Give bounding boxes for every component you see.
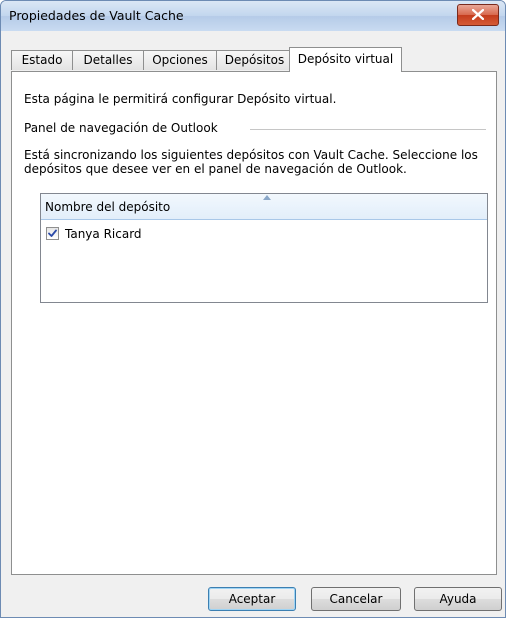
tab-detalles[interactable]: Detalles: [72, 50, 144, 70]
window-title: Propiedades de Vault Cache: [9, 8, 184, 23]
tab-panel: Esta página le permitirá configurar Depó…: [11, 71, 497, 575]
description-text: Está sincronizando los siguientes depósi…: [24, 148, 478, 176]
help-button[interactable]: Ayuda: [414, 587, 502, 611]
tab-deposito-virtual[interactable]: Depósito virtual: [289, 47, 402, 72]
ok-button[interactable]: Aceptar: [208, 587, 296, 611]
column-header-name[interactable]: Nombre del depósito: [41, 194, 487, 220]
vault-name: Tanya Ricard: [65, 227, 142, 241]
dialog-window: Propiedades de Vault Cache Estado Detall…: [0, 0, 506, 618]
tab-strip: Estado Detalles Opciones Depósitos Depós…: [11, 47, 497, 72]
list-item[interactable]: Tanya Ricard: [41, 225, 487, 245]
intro-text: Esta página le permitirá configurar Depó…: [24, 92, 337, 106]
sort-ascending-icon: [263, 195, 271, 200]
close-icon: [472, 9, 484, 20]
title-bar[interactable]: Propiedades de Vault Cache: [1, 1, 505, 31]
group-title: Panel de navegación de Outlook: [24, 121, 224, 135]
vault-list[interactable]: Nombre del depósito Tanya Ricard: [40, 193, 488, 303]
column-header-label: Nombre del depósito: [45, 200, 171, 214]
tab-depositos[interactable]: Depósitos: [216, 50, 293, 70]
tab-estado[interactable]: Estado: [11, 50, 73, 70]
close-button[interactable]: [457, 4, 499, 26]
vault-checkbox[interactable]: [46, 227, 59, 240]
checkmark-icon: [48, 229, 57, 237]
group-divider: [250, 129, 486, 130]
tab-opciones[interactable]: Opciones: [143, 50, 217, 70]
cancel-button[interactable]: Cancelar: [311, 587, 401, 611]
